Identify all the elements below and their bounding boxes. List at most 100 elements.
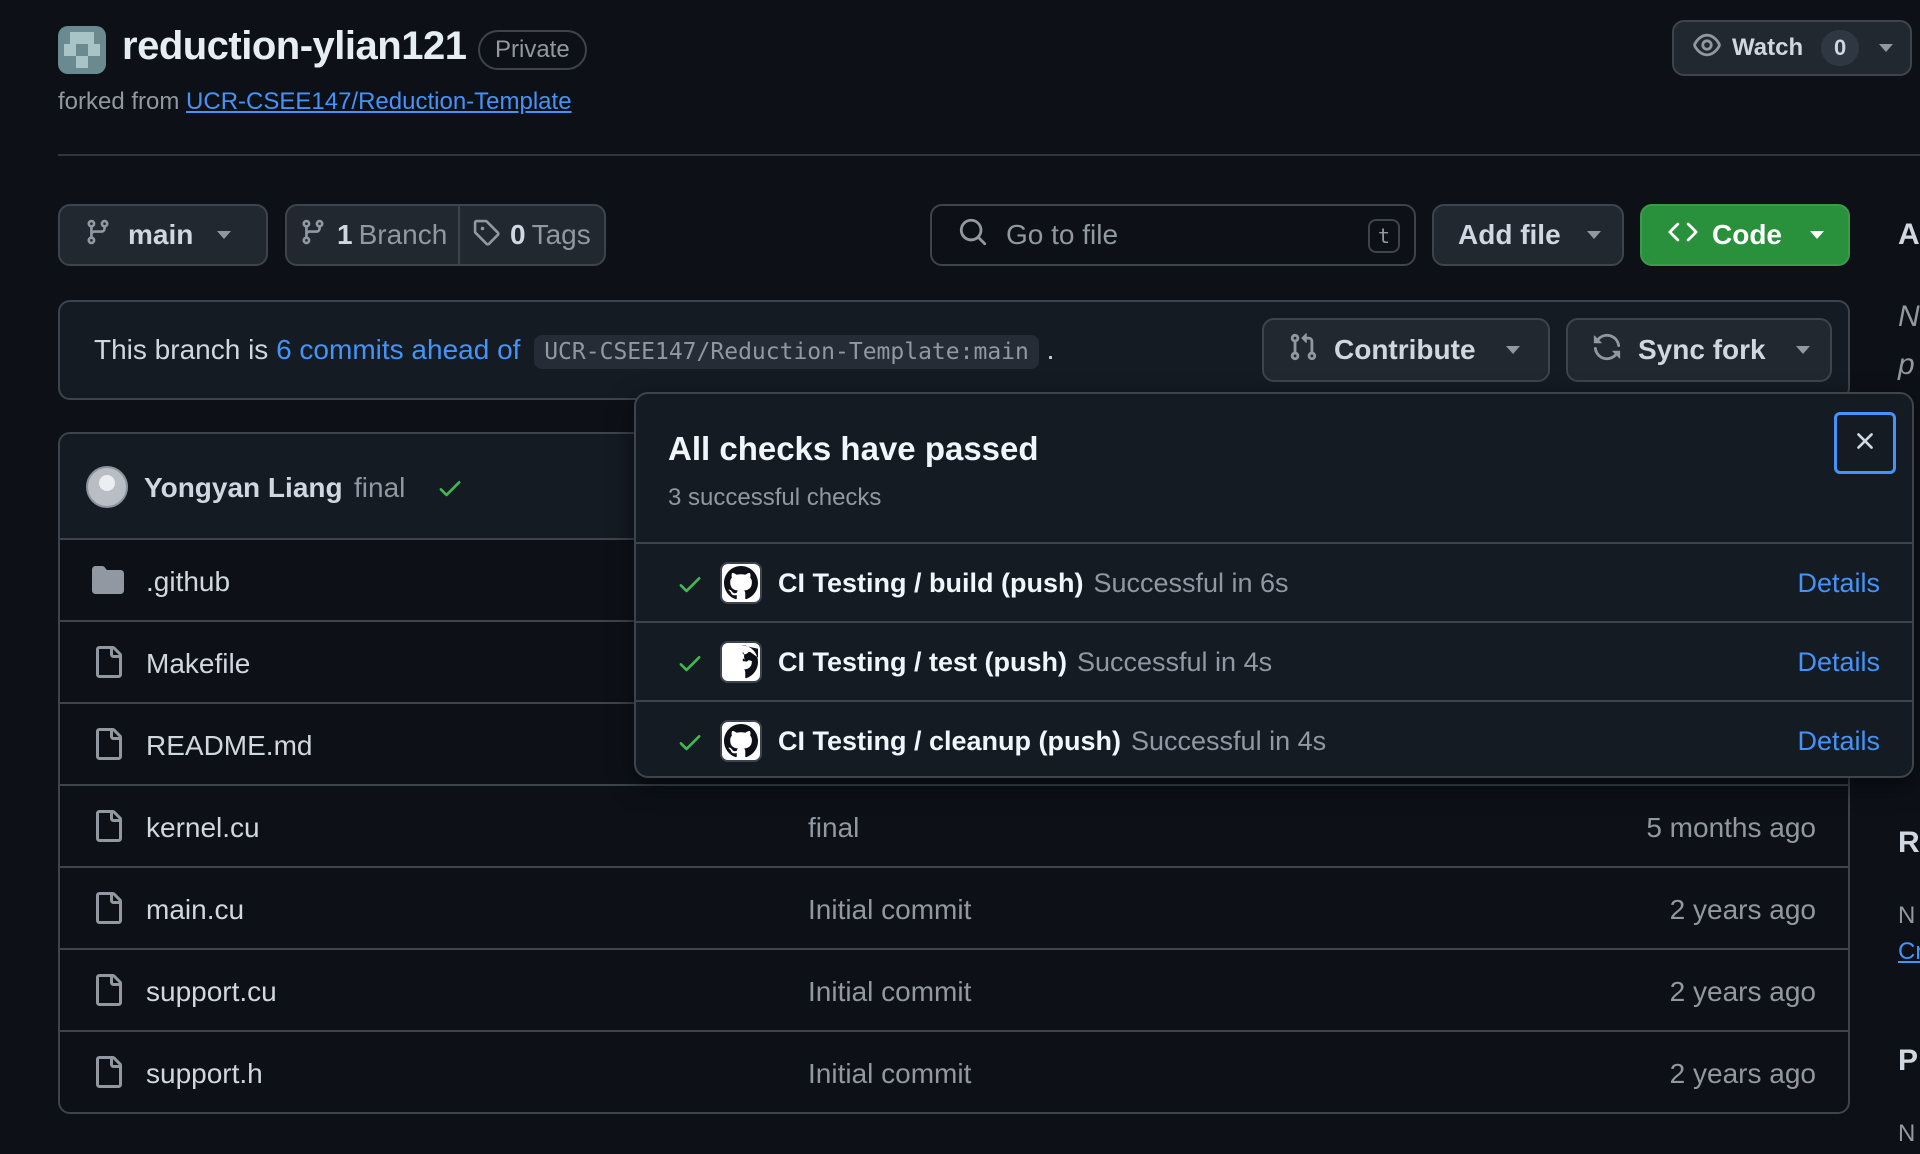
branches-link[interactable]: 1 Branch — [285, 204, 460, 266]
chevron-down-icon — [1879, 44, 1894, 52]
forked-from-line: forked from UCR-CSEE147/Reduction-Templa… — [58, 88, 572, 116]
chevron-down-icon — [1505, 346, 1520, 354]
upstream-ref: UCR-CSEE147/Reduction-Template:main — [534, 335, 1039, 369]
git-pull-request-icon — [1288, 332, 1318, 369]
check-status: Successful in 6s — [1093, 568, 1289, 598]
details-link[interactable]: Details — [1797, 647, 1880, 678]
file-name[interactable]: main.cu — [146, 894, 244, 926]
sidebar-releases-heading: R — [1898, 826, 1920, 859]
check-name-wrap: CI Testing / test (push) Successful in 4s — [778, 647, 1272, 678]
file-icon — [92, 810, 124, 847]
check-name: CI Testing / build (push) — [778, 568, 1084, 598]
sync-icon — [1592, 332, 1622, 369]
repo-name[interactable]: reduction-ylian121 — [122, 24, 467, 69]
status-suffix: . — [1046, 334, 1055, 365]
table-row[interactable]: kernel.cu final 5 months ago — [60, 786, 1848, 868]
go-to-file-input[interactable]: Go to file t — [930, 204, 1416, 266]
sidebar-releases-text: N — [1898, 902, 1916, 929]
commit-author[interactable]: Yongyan Liang — [144, 472, 343, 504]
git-branch-icon — [84, 218, 112, 253]
code-icon — [1668, 217, 1698, 254]
file-date: 2 years ago — [1669, 894, 1816, 925]
table-row[interactable]: support.h Initial commit 2 years ago — [60, 1032, 1848, 1112]
sync-fork-label: Sync fork — [1638, 334, 1766, 365]
branch-status-text: This branch is 6 commits ahead of UCR-CS… — [94, 334, 1055, 369]
commit-message[interactable]: final — [354, 472, 405, 504]
shortcut-key: t — [1368, 219, 1400, 253]
check-icon[interactable] — [436, 474, 464, 507]
tags-link[interactable]: 0 Tags — [458, 204, 606, 266]
chevron-down-icon — [1795, 346, 1810, 354]
check-name: CI Testing / cleanup (push) — [778, 726, 1122, 756]
contribute-label: Contribute — [1334, 334, 1476, 365]
file-icon — [92, 892, 124, 929]
chevron-down-icon — [217, 231, 232, 239]
table-row[interactable]: main.cu Initial commit 2 years ago — [60, 868, 1848, 950]
check-status: Successful in 4s — [1077, 647, 1273, 677]
file-name[interactable]: kernel.cu — [146, 812, 260, 844]
file-icon — [92, 1056, 124, 1093]
file-commit-message[interactable]: Initial commit — [808, 1058, 971, 1090]
sync-fork-button[interactable]: Sync fork — [1566, 318, 1832, 382]
file-name[interactable]: README.md — [146, 730, 312, 762]
details-link[interactable]: Details — [1797, 726, 1880, 757]
file-commit-message[interactable]: Initial commit — [808, 894, 971, 926]
code-button[interactable]: Code — [1640, 204, 1850, 266]
check-icon — [676, 728, 704, 761]
details-link[interactable]: Details — [1797, 568, 1880, 599]
forked-prefix: forked from — [58, 88, 180, 115]
file-icon — [92, 728, 124, 765]
close-button[interactable] — [1834, 412, 1896, 474]
chevron-down-icon — [1586, 231, 1601, 239]
check-icon — [676, 649, 704, 682]
sidebar-about-heading: A — [1898, 218, 1920, 251]
check-name: CI Testing / test (push) — [778, 647, 1067, 677]
check-item[interactable]: CI Testing / cleanup (push) Successful in… — [636, 700, 1912, 776]
tags-count: 0 — [510, 219, 526, 250]
branch-name: main — [128, 219, 194, 250]
git-branch-icon — [299, 218, 327, 253]
file-name[interactable]: support.cu — [146, 976, 277, 1008]
file-date: 2 years ago — [1669, 1058, 1816, 1089]
add-file-button[interactable]: Add file — [1432, 204, 1624, 266]
search-icon — [958, 217, 988, 254]
table-row[interactable]: support.cu Initial commit 2 years ago — [60, 950, 1848, 1032]
github-logo-icon — [720, 641, 762, 683]
branches-label: Branch — [358, 219, 448, 250]
eye-icon — [1692, 30, 1722, 67]
check-status: Successful in 4s — [1131, 726, 1327, 756]
file-date: 5 months ago — [1646, 812, 1816, 843]
watch-label: Watch — [1732, 34, 1804, 61]
check-icon — [676, 570, 704, 603]
popover-title: All checks have passed — [668, 430, 1039, 467]
watch-count: 0 — [1821, 30, 1860, 66]
close-icon — [1851, 427, 1879, 460]
commits-ahead-link[interactable]: 6 commits ahead of — [276, 334, 520, 365]
sidebar-create-release-link[interactable]: Cr — [1898, 938, 1920, 966]
file-commit-message[interactable]: final — [808, 812, 859, 844]
contribute-button[interactable]: Contribute — [1262, 318, 1550, 382]
file-name[interactable]: support.h — [146, 1058, 263, 1090]
avatar[interactable] — [86, 466, 128, 508]
tag-icon — [472, 218, 500, 253]
sidebar-description-line2: p — [1898, 348, 1915, 381]
check-item[interactable]: CI Testing / test (push) Successful in 4s… — [636, 621, 1912, 700]
folder-icon — [92, 564, 124, 601]
branch-selector[interactable]: main — [58, 204, 268, 266]
search-placeholder: Go to file — [1006, 219, 1119, 250]
code-label: Code — [1712, 219, 1782, 250]
file-commit-message[interactable]: Initial commit — [808, 976, 971, 1008]
check-item[interactable]: CI Testing / build (push) Successful in 6… — [636, 542, 1912, 621]
github-logo-icon — [720, 562, 762, 604]
github-logo-icon — [720, 720, 762, 762]
add-file-label: Add file — [1458, 219, 1561, 250]
file-date: 2 years ago — [1669, 976, 1816, 1007]
repo-avatar[interactable] — [58, 26, 106, 74]
check-name-wrap: CI Testing / cleanup (push) Successful in… — [778, 726, 1326, 757]
watch-button[interactable]: Watch 0 — [1672, 20, 1912, 76]
visibility-badge: Private — [478, 30, 587, 70]
file-name[interactable]: .github — [146, 566, 230, 598]
forked-from-link[interactable]: UCR-CSEE147/Reduction-Template — [186, 88, 572, 115]
file-name[interactable]: Makefile — [146, 648, 250, 680]
check-name-wrap: CI Testing / build (push) Successful in 6… — [778, 568, 1289, 599]
